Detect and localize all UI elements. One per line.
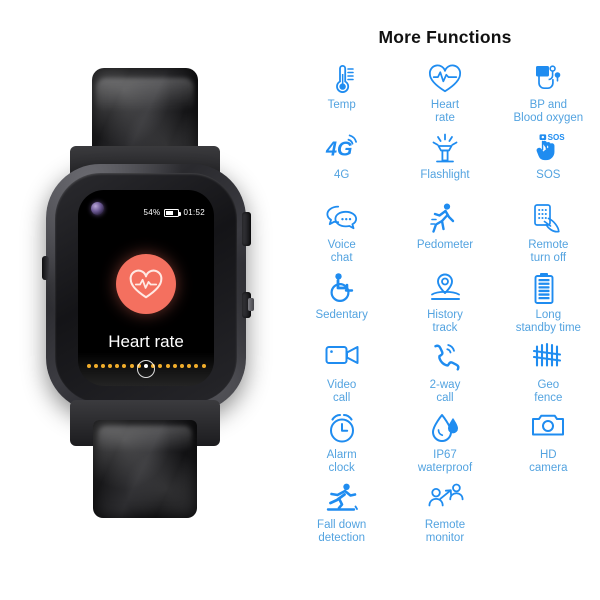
carousel-dot[interactable] bbox=[172, 364, 177, 368]
feature-label: 2-way call bbox=[429, 379, 461, 405]
carousel-dot[interactable] bbox=[129, 364, 134, 368]
heart-pulse-glyph-icon bbox=[129, 269, 163, 298]
feature-label: Sedentary bbox=[315, 309, 368, 321]
video-camera-icon bbox=[325, 342, 359, 376]
alarm-clock-icon bbox=[325, 412, 359, 446]
carousel-dot[interactable] bbox=[115, 364, 120, 368]
blood-pressure-cuff-icon bbox=[531, 62, 565, 96]
wheelchair-sedentary-icon bbox=[325, 272, 359, 306]
feature-label: Flashlight bbox=[420, 169, 470, 181]
product-feature-page: 54% 01:52 Heart rate More Functions Temp… bbox=[0, 0, 600, 600]
home-button-icon[interactable] bbox=[137, 360, 155, 378]
front-camera-lens-icon bbox=[91, 202, 104, 215]
feature-item[interactable]: Pedometer bbox=[393, 200, 496, 268]
feature-label: BP and Blood oxygen bbox=[513, 99, 584, 125]
feature-item[interactable]: Fall down detection bbox=[290, 480, 393, 548]
feature-label: 4G bbox=[333, 169, 350, 181]
feature-label: HD camera bbox=[529, 449, 568, 475]
heart-pulse-icon bbox=[428, 62, 462, 96]
camera-icon bbox=[531, 412, 565, 446]
feature-item[interactable]: Remote monitor bbox=[393, 480, 496, 548]
watch-side-button-left[interactable] bbox=[42, 256, 49, 280]
feature-label: Heart rate bbox=[430, 99, 460, 125]
feature-label: IP67 waterproof bbox=[417, 449, 473, 475]
feature-label: Video call bbox=[327, 379, 357, 405]
feature-label: History track bbox=[427, 309, 463, 335]
feature-item[interactable]: Flashlight bbox=[393, 130, 496, 198]
watch-strap-bottom bbox=[93, 420, 197, 518]
feature-label: Voice chat bbox=[327, 239, 356, 265]
thermometer-icon bbox=[325, 62, 359, 96]
carousel-dot[interactable] bbox=[93, 364, 98, 368]
4g-signal-icon: 4G bbox=[325, 132, 359, 166]
falling-person-icon bbox=[325, 482, 359, 516]
feature-label: Long standby time bbox=[515, 309, 581, 335]
feature-item[interactable]: Video call bbox=[290, 340, 393, 408]
feature-label: Fall down detection bbox=[317, 519, 367, 545]
feature-item[interactable]: History track bbox=[393, 270, 496, 338]
carousel-dot[interactable] bbox=[187, 364, 192, 368]
feature-item[interactable]: Sedentary bbox=[290, 270, 393, 338]
svg-text:SOS: SOS bbox=[548, 133, 566, 142]
watch-side-button-top[interactable] bbox=[242, 212, 251, 246]
carousel-dot[interactable] bbox=[179, 364, 184, 368]
feature-item[interactable]: Long standby time bbox=[497, 270, 600, 338]
feature-item[interactable]: Alarm clock bbox=[290, 410, 393, 478]
feature-item[interactable]: 4G 4G bbox=[290, 130, 393, 198]
phone-handset-waves-icon bbox=[428, 342, 462, 376]
svg-text:4G: 4G bbox=[325, 139, 352, 161]
fence-icon bbox=[531, 342, 565, 376]
carousel-dot[interactable] bbox=[86, 364, 91, 368]
feature-item[interactable]: BP and Blood oxygen bbox=[497, 60, 600, 128]
feature-item[interactable]: HD camera bbox=[497, 410, 600, 478]
feature-label: SOS bbox=[536, 169, 561, 181]
remote-power-hand-icon bbox=[531, 202, 565, 236]
battery-full-icon bbox=[531, 272, 565, 306]
carousel-dot[interactable] bbox=[194, 364, 199, 368]
carousel-dot[interactable] bbox=[165, 364, 170, 368]
sos-hand-press-icon: SOS bbox=[531, 132, 566, 166]
feature-item[interactable]: Heart rate bbox=[393, 60, 496, 128]
feature-label: Remote monitor bbox=[424, 519, 466, 545]
watch-screen[interactable]: 54% 01:52 Heart rate bbox=[78, 190, 214, 386]
two-persons-monitor-icon bbox=[428, 482, 464, 516]
battery-percent-label: 54% bbox=[143, 208, 161, 217]
water-drop-icon bbox=[428, 412, 462, 446]
watch-body: 54% 01:52 Heart rate bbox=[42, 164, 254, 412]
map-pin-track-icon bbox=[428, 272, 462, 306]
watch-status-bar: 54% 01:52 bbox=[144, 208, 205, 217]
feature-item[interactable]: Temp bbox=[290, 60, 393, 128]
carousel-dot[interactable] bbox=[158, 364, 163, 368]
feature-label: Pedometer bbox=[416, 239, 474, 251]
carousel-dot[interactable] bbox=[201, 364, 206, 368]
page-title: More Functions bbox=[378, 27, 512, 47]
feature-grid: Temp Heart rate BP and Blood oxygen 4G 4G Fla… bbox=[290, 60, 600, 548]
watch-side-button-bottom[interactable] bbox=[242, 292, 254, 318]
carousel-dot[interactable] bbox=[100, 364, 105, 368]
feature-item[interactable]: IP67 waterproof bbox=[393, 410, 496, 478]
feature-item[interactable]: 2-way call bbox=[393, 340, 496, 408]
feature-label: Alarm clock bbox=[326, 449, 357, 475]
flashlight-icon bbox=[428, 132, 462, 166]
watch-screen-title: Heart rate bbox=[108, 332, 184, 351]
feature-item[interactable]: SOS SOS bbox=[497, 130, 600, 198]
feature-label: Temp bbox=[327, 99, 356, 111]
feature-label: Geo fence bbox=[534, 379, 563, 405]
carousel-dot[interactable] bbox=[108, 364, 113, 368]
carousel-dot[interactable] bbox=[122, 364, 127, 368]
speech-bubbles-icon bbox=[325, 202, 359, 236]
feature-item[interactable]: Geo fence bbox=[497, 340, 600, 408]
heart-rate-app-icon[interactable] bbox=[116, 254, 176, 314]
watch-product-image: 54% 01:52 Heart rate bbox=[0, 0, 290, 600]
feature-label: Remote turn off bbox=[528, 239, 569, 265]
features-panel: More Functions Temp Heart rate BP and Bloo… bbox=[290, 0, 600, 600]
feature-item[interactable]: Remote turn off bbox=[497, 200, 600, 268]
clock-label: 01:52 bbox=[183, 208, 205, 217]
battery-icon bbox=[164, 208, 182, 217]
running-person-icon bbox=[428, 202, 462, 236]
feature-item[interactable]: Voice chat bbox=[290, 200, 393, 268]
